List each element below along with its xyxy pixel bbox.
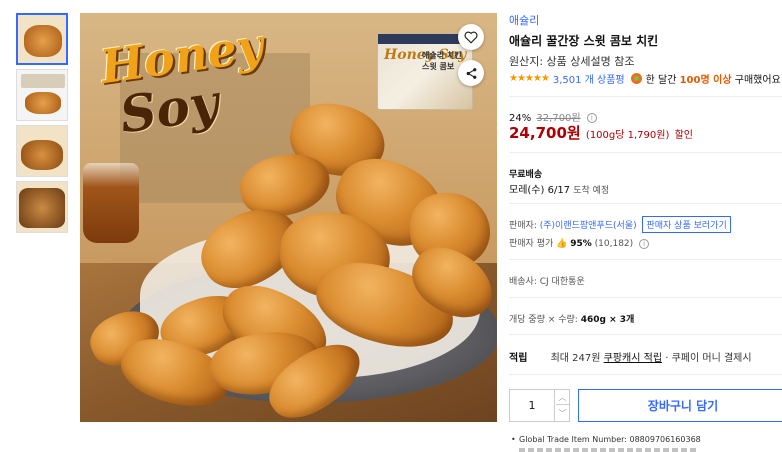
sale-price: 24,700원 [509, 124, 581, 142]
brand-link[interactable]: 애슐리 [509, 12, 539, 28]
review-count-link[interactable]: 3,501 개 상품평 [553, 71, 625, 86]
wishlist-heart-button[interactable] [458, 24, 484, 50]
shipping-date-row: 모레(수) 6/17 도착 예정 [509, 181, 609, 196]
thumbnail-list [16, 13, 68, 237]
product-info-panel: 애슐리 애슐리 꿀간장 스윗 콤보 치킨 원산지: 상품 상세설명 참조 ★★★… [509, 0, 782, 452]
divider [509, 374, 782, 375]
divider [509, 152, 782, 153]
quantity-increase-button[interactable]: ︿ [556, 390, 569, 405]
buyers-suffix: 구매했어요 [734, 74, 781, 86]
share-button[interactable] [458, 60, 484, 86]
seller-products-button[interactable]: 판매자 상품 보러가기 [642, 216, 731, 233]
origin-text: 원산지: 상품 상세설명 참조 [509, 55, 635, 68]
share-icon [466, 67, 476, 79]
gtin-text: Global Trade Item Number: 08809706160368 [511, 435, 701, 444]
rating-stars-icon: ★★★★★ [509, 72, 550, 84]
thumbnail-3[interactable] [16, 125, 68, 177]
sale-price-row: 24,700원 (100g당 1,790원) 할인 [509, 122, 693, 143]
reward-amount: 최대 247원 [550, 353, 601, 364]
pack-text-line-2: 스윗 콤보 [422, 62, 455, 71]
seller-label: 판매자: [509, 221, 537, 231]
seller-name-link[interactable]: (주)이랜드팜앤푸드(서울) [540, 221, 637, 231]
quantity-stepper[interactable]: 1 ︿ ﹀ [509, 389, 570, 422]
seller-rating-count: (10,182) [594, 239, 634, 249]
heart-icon [464, 31, 478, 44]
shipping-date-note: 도착 예정 [573, 186, 610, 196]
divider [509, 259, 782, 260]
thumbnail-2[interactable] [16, 69, 68, 121]
quantity-decrease-button[interactable]: ﹀ [556, 406, 569, 421]
shipping-title: 무료배송 [509, 170, 543, 180]
thumbnail-4[interactable] [16, 181, 68, 233]
rating-row: ★★★★★ 3,501 개 상품평 한 달간 100명 이상 구매했어요 [509, 71, 781, 86]
pack-text-line-1: 애슐리 치킨 [422, 51, 462, 60]
thumbs-up-icon: 👍 [556, 239, 568, 249]
coupang-cash-link[interactable]: 쿠팡캐시 적립 [604, 353, 662, 364]
seller-rating-row: 판매자 평가 👍 95% (10,182) i [509, 236, 650, 249]
product-main-image: Honey Soy Honey Soy 애슐리 치킨 스윗 콤보 [80, 13, 497, 422]
add-to-cart-button[interactable]: 장바구니 담기 [578, 389, 782, 422]
seller-rating-pct: 95% [570, 239, 592, 249]
truncated-detail-line [519, 448, 699, 452]
buyer-bag-icon [630, 72, 642, 84]
shipping-date: 모레(수) 6/17 [509, 185, 571, 196]
discount-label: 할인 [674, 130, 694, 141]
weight-value: 460g × 3개 [580, 315, 635, 325]
product-title: 애슐리 꿀간장 스윗 콤보 치킨 [509, 34, 659, 48]
divider [509, 203, 782, 204]
buyers-prefix: 한 달간 [645, 74, 677, 86]
thumbnail-1[interactable] [16, 13, 68, 65]
weight-row: 개당 중량 × 수량: 460g × 3개 [509, 312, 634, 325]
quantity-value[interactable]: 1 [510, 390, 555, 421]
reward-row: 적립 최대 247원 쿠팡캐시 적립 · 쿠페이 머니 결제시 [509, 349, 752, 364]
divider [509, 297, 782, 298]
weight-label: 개당 중량 × 수량: [509, 315, 578, 325]
unit-price: (100g당 1,790원) [585, 130, 670, 141]
seller-row: 판매자: (주)이랜드팜앤푸드(서울) 판매자 상품 보러가기 [509, 216, 731, 233]
buyers-highlight: 100명 이상 [679, 74, 732, 86]
seller-rating-label: 판매자 평가 [509, 239, 554, 249]
reward-suffix: · 쿠페이 머니 결제시 [665, 353, 752, 364]
carrier-text: 배송사: CJ 대한통운 [509, 277, 585, 287]
reward-label: 적립 [509, 353, 528, 364]
info-icon[interactable]: i [639, 238, 650, 249]
sauce-glass [83, 163, 139, 243]
divider [509, 96, 782, 97]
divider [509, 334, 782, 335]
